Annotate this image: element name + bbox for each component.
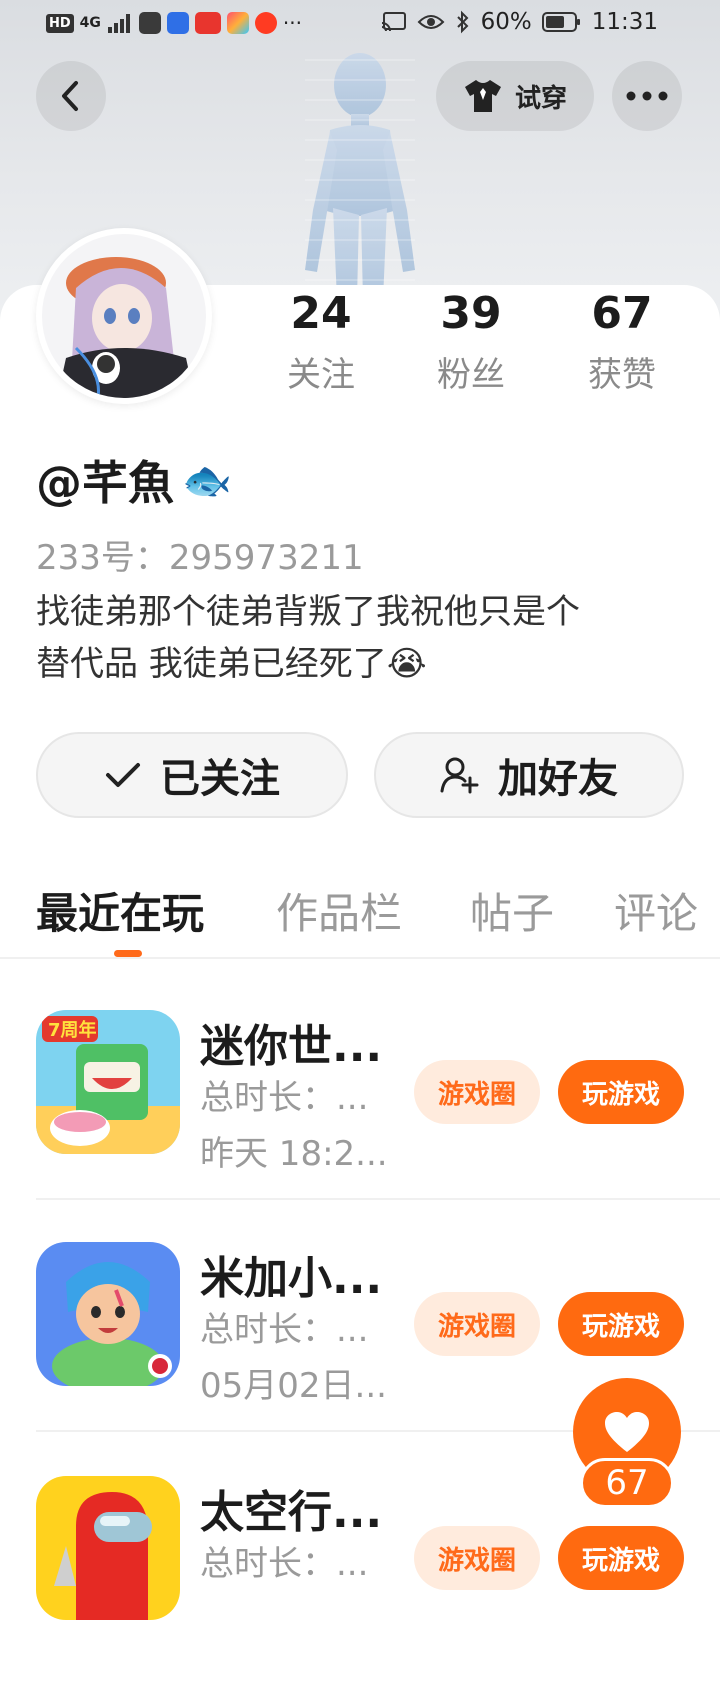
hd-badge: HD [46,13,74,33]
signal-icon [107,14,130,33]
followed-label: 已关注 [160,756,280,802]
tshirt-icon [464,80,501,112]
back-button[interactable] [36,61,106,131]
profile-tabs: 最近在玩 作品栏 帖子 评论 [0,880,720,960]
battery-percent: 60% [480,9,532,35]
game-last-played: 05月02日... [200,1366,387,1406]
nickname: @芊魚 [36,456,174,510]
baidu-icon [166,12,189,34]
fish-emoji-icon: 🐟 [182,457,232,504]
game-title[interactable]: 米加小... [200,1242,382,1306]
mini-world-artwork: 7周年 [36,1010,180,1154]
crying-emoji-icon: 😭 [386,644,427,684]
miga-town-icon[interactable] [36,1242,180,1386]
game-title[interactable]: 迷你世... [200,1010,382,1074]
game-title[interactable]: 太空行... [200,1476,382,1540]
like-count-badge: 67 [580,1458,674,1508]
stat-followers[interactable]: 39 粉丝 [401,288,541,396]
likes-label: 获赞 [588,355,656,395]
heart-icon [605,1412,649,1452]
bio-line-2: 替代品 我徒弟已经死了 [36,644,387,684]
active-tab-indicator [114,950,142,957]
stat-likes[interactable]: 67 获赞 [552,288,692,396]
followed-button[interactable]: 已关注 [36,732,348,818]
following-count: 24 [290,288,352,339]
among-us-icon[interactable] [36,1476,180,1620]
play-game-button[interactable]: 玩游戏 [558,1060,684,1124]
network-label: 4G [79,15,101,31]
toutiao-icon [194,12,221,34]
try-on-label: 试穿 [514,83,567,114]
game-circle-button[interactable]: 游戏圈 [414,1060,540,1124]
status-bar-right: 60% 11:31 [381,9,658,35]
status-bar: HD 4G ··· 60% 11:31 [0,0,720,50]
try-on-button[interactable]: 试穿 [436,61,594,131]
game-circle-button[interactable]: 游戏圈 [414,1292,540,1356]
status-bar-left: HD 4G ··· [46,11,302,35]
user-id-row: 233号：295973211 [36,530,364,579]
battery-icon [541,12,580,32]
game-duration: 总时长：... [200,1078,369,1118]
miga-town-artwork [36,1242,180,1386]
user-avatar[interactable] [36,228,212,404]
game-last-played: 昨天 18:2... [200,1134,388,1174]
chevron-left-icon [62,81,78,111]
bluetooth-icon [456,10,468,34]
tab-posts[interactable]: 帖子 [470,880,554,941]
more-notifications: ··· [282,11,302,35]
tab-comments[interactable]: 评论 [614,880,698,941]
eye-icon [417,15,444,29]
followers-count: 39 [440,288,502,339]
following-label: 关注 [287,355,355,395]
mini-world-icon[interactable]: 7周年 [36,1010,180,1154]
check-icon [106,763,140,787]
colorful-app-icon [226,12,249,34]
app-notification-icon [138,12,161,34]
row-divider [36,1198,720,1200]
followers-label: 粉丝 [437,355,505,395]
uid-label: 233号： [36,538,169,578]
clock: 11:31 [591,9,658,35]
play-game-button[interactable]: 玩游戏 [558,1526,684,1590]
tab-recently-played[interactable]: 最近在玩 [36,880,204,941]
add-friend-button[interactable]: 加好友 [374,732,684,818]
more-dots-icon [626,91,668,101]
play-game-button[interactable]: 玩游戏 [558,1292,684,1356]
more-options-button[interactable] [612,61,682,131]
user-bio: 找徒弟那个徒弟背叛了我祝他只是个 替代品 我徒弟已经死了😭 [36,586,676,690]
game-row[interactable]: 7周年 迷你世... 总时长：... 昨天 18:2... 游戏圈 玩游戏 [0,990,720,1222]
game-duration: 总时长：... [200,1544,369,1584]
bio-line-1: 找徒弟那个徒弟背叛了我祝他只是个 [36,592,580,632]
bio-line-2-row: 替代品 我徒弟已经死了😭 [36,638,676,690]
weibo-icon [254,12,277,34]
stat-following[interactable]: 24 关注 [251,288,391,396]
anime-girl-avatar-image [42,234,206,398]
add-friend-label: 加好友 [498,756,618,802]
game-duration: 总时长：... [200,1310,369,1350]
game-circle-button[interactable]: 游戏圈 [414,1526,540,1590]
cast-icon [381,12,406,32]
among-us-artwork [36,1476,180,1620]
svg-text:7周年: 7周年 [48,1019,97,1041]
likes-count: 67 [591,288,653,339]
dress-up-avatar-figure[interactable] [285,40,435,300]
tab-works[interactable]: 作品栏 [276,880,402,941]
nickname-row: @芊魚 🐟 [36,447,232,513]
uid-value[interactable]: 295973211 [169,538,364,578]
tabs-divider [0,957,720,959]
add-user-icon [440,757,479,794]
